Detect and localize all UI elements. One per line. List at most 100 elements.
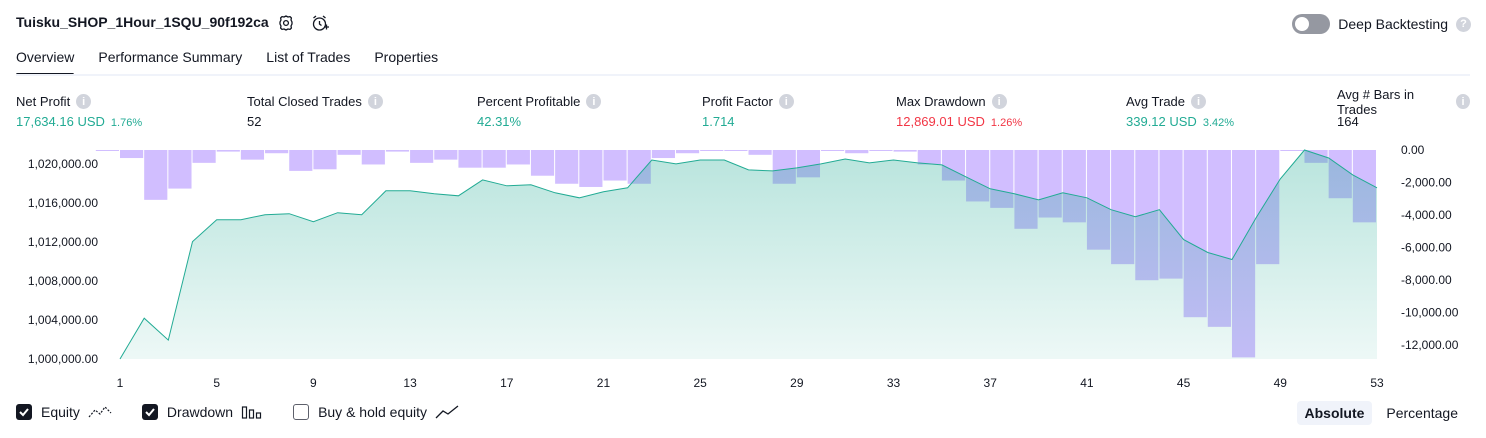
drawdown-bar <box>144 150 168 200</box>
drawdown-bars-icon <box>241 406 262 419</box>
strategy-title: Tuisku_SHOP_1Hour_1SQU_90f192ca <box>16 14 269 30</box>
x-axis-tick-label: 25 <box>693 376 707 390</box>
check-icon <box>145 408 155 417</box>
legend-buy-hold[interactable]: Buy & hold equity <box>293 404 459 420</box>
x-axis-tick-label: 53 <box>1370 376 1384 390</box>
left-axis-tick-label: 1,004,000.00 <box>28 313 98 327</box>
x-axis-tick-label: 49 <box>1274 376 1288 390</box>
drawdown-bar <box>337 150 361 155</box>
left-axis-tick-label: 1,000,000.00 <box>28 352 98 366</box>
metric-profit-factor: Profit Factor i 1.714 <box>702 93 794 129</box>
gear-icon <box>279 15 293 31</box>
drawdown-bar <box>845 150 869 154</box>
metric-label: Max Drawdown <box>896 94 986 109</box>
tab-performance-summary[interactable]: Performance Summary <box>86 46 254 74</box>
header-bar: Tuisku_SHOP_1Hour_1SQU_90f192ca Deep Bac… <box>0 0 1486 46</box>
alarm-add-icon <box>312 15 329 31</box>
equity-line-icon <box>88 406 112 418</box>
tab-properties[interactable]: Properties <box>362 46 450 74</box>
drawdown-bar <box>385 150 410 152</box>
help-icon[interactable]: ? <box>1456 16 1471 32</box>
metric-percent-profitable: Percent Profitable i 42.31% <box>477 93 602 129</box>
metric-label: Total Closed Trades <box>247 94 362 109</box>
drawdown-bar <box>530 150 555 176</box>
drawdown-bar <box>1280 150 1304 151</box>
info-icon[interactable]: i <box>76 94 92 109</box>
absolute-button[interactable]: Absolute <box>1296 401 1373 425</box>
right-axis-tick-label: -8,000.00 <box>1401 273 1452 287</box>
drawdown-bar <box>216 150 240 152</box>
drawdown-bar <box>482 150 506 168</box>
checkbox-buy-hold[interactable] <box>293 404 310 420</box>
metric-net-profit: Net Profit i 17,634.16 USD 1.76% <box>16 93 142 129</box>
metric-avg-trade: Avg Trade i 339.12 USD 3.42% <box>1126 93 1234 129</box>
info-icon[interactable]: i <box>1191 94 1207 109</box>
checkbox-equity[interactable] <box>16 404 32 420</box>
metric-value: 52 <box>247 114 262 129</box>
drawdown-bar <box>289 150 313 171</box>
legend-label: Equity <box>41 404 80 420</box>
x-axis-tick-label: 1 <box>117 376 124 390</box>
metric-label: Avg Trade <box>1126 94 1186 109</box>
settings-button[interactable] <box>276 13 296 33</box>
info-icon[interactable]: i <box>778 94 794 109</box>
tab-list-of-trades[interactable]: List of Trades <box>254 46 362 74</box>
drawdown-bar <box>748 150 772 155</box>
x-axis-tick-label: 21 <box>597 376 611 390</box>
metric-total-closed-trades: Total Closed Trades i 52 <box>247 93 383 129</box>
x-axis-tick-label: 37 <box>984 376 998 390</box>
metric-percent: 1.76% <box>110 117 143 129</box>
info-icon[interactable]: i <box>586 94 602 109</box>
drawdown-bar <box>313 150 337 170</box>
x-axis-tick-label: 33 <box>887 376 901 390</box>
right-axis-tick-label: -6,000.00 <box>1401 241 1452 255</box>
right-axis-tick-label: -10,000.00 <box>1401 306 1459 320</box>
drawdown-bar <box>120 150 144 159</box>
metric-value: 12,869.01 USD <box>896 114 985 129</box>
drawdown-bar <box>506 150 530 165</box>
left-axis-tick-label: 1,012,000.00 <box>28 235 98 249</box>
drawdown-bar <box>603 150 627 181</box>
left-axis-tick-label: 1,008,000.00 <box>28 274 98 288</box>
deep-backtesting-control: Deep Backtesting ? <box>1292 14 1471 34</box>
legend-equity[interactable]: Equity <box>16 404 112 420</box>
legend-label: Buy & hold equity <box>318 404 428 420</box>
checkbox-drawdown[interactable] <box>141 404 158 420</box>
metric-percent: 1.26% <box>990 117 1023 129</box>
deep-backtesting-toggle[interactable] <box>1292 14 1331 34</box>
drawdown-bar <box>675 150 700 154</box>
drawdown-bar <box>458 150 482 168</box>
drawdown-bar <box>651 150 675 159</box>
legend-drawdown[interactable]: Drawdown <box>141 404 263 420</box>
drawdown-bar <box>168 150 192 189</box>
metric-avg-bars-in-trades: Avg # Bars in Trades i 164 <box>1337 87 1470 129</box>
right-axis-tick-label: -4,000.00 <box>1401 208 1452 222</box>
drawdown-bar <box>724 150 748 151</box>
drawdown-bar <box>361 150 385 165</box>
deep-backtesting-label: Deep Backtesting <box>1338 16 1448 32</box>
info-icon[interactable]: i <box>991 94 1007 109</box>
percentage-button[interactable]: Percentage <box>1378 401 1466 425</box>
drawdown-bar <box>434 150 458 160</box>
info-icon[interactable]: i <box>1455 94 1470 109</box>
equity-drawdown-chart[interactable]: 1,020,000.00 1,016,000.00 1,012,000.00 1,00… <box>0 140 1486 395</box>
x-axis-tick-label: 45 <box>1177 376 1191 390</box>
chart-legend: Equity Drawdown Buy & hold equity <box>16 404 489 420</box>
info-icon[interactable]: i <box>367 94 383 109</box>
x-axis-tick-label: 5 <box>213 376 220 390</box>
metric-value: 1.714 <box>702 114 735 129</box>
buy-hold-line-icon <box>435 405 459 419</box>
x-axis-tick-label: 29 <box>790 376 804 390</box>
metric-value: 42.31% <box>477 114 522 129</box>
metric-value: 164 <box>1337 114 1359 129</box>
metric-label: Percent Profitable <box>477 94 581 109</box>
drawdown-bar <box>240 150 265 160</box>
add-alert-button[interactable] <box>310 13 330 33</box>
metric-max-drawdown: Max Drawdown i 12,869.01 USD 1.26% <box>896 93 1022 129</box>
x-axis-tick-label: 17 <box>500 376 514 390</box>
drawdown-bar <box>869 150 893 151</box>
drawdown-bar <box>95 150 119 151</box>
tab-overview[interactable]: Overview <box>16 46 86 76</box>
metric-percent: 3.42% <box>1202 117 1235 129</box>
drawdown-bar <box>265 150 289 154</box>
